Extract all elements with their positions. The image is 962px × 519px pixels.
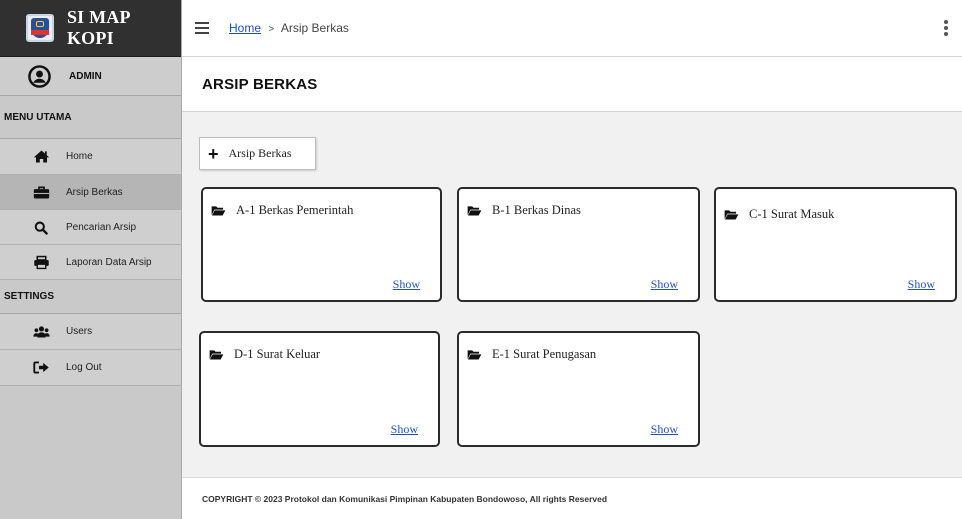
- footer: COPYRIGHT © 2023 Protokol dan Komunikasi…: [182, 477, 962, 519]
- folder-name: E-1 Surat Penugasan: [492, 347, 597, 361]
- folder-card-c1[interactable]: C-1 Surat Masuk Show: [714, 187, 957, 302]
- user-circle-icon: [28, 64, 51, 88]
- page-title-bar: ARSIP BERKAS: [182, 57, 962, 112]
- sidebar-item-log-out[interactable]: Log Out: [0, 350, 181, 386]
- section-settings: SETTINGS: [0, 280, 181, 314]
- page-title: ARSIP BERKAS: [202, 75, 318, 93]
- folder-name: B-1 Berkas Dinas: [492, 203, 581, 217]
- show-link[interactable]: Show: [908, 277, 935, 292]
- sidebar-item-label: Users: [66, 326, 93, 337]
- sidebar-item-home[interactable]: Home: [0, 139, 181, 175]
- sidebar-item-label: Arsip Berkas: [66, 186, 123, 198]
- breadcrumb-current: Arsip Berkas: [280, 21, 349, 35]
- breadcrumb-separator: >: [268, 24, 275, 35]
- search-icon: [32, 219, 50, 235]
- copyright-text: COPYRIGHT © 2023 Protokol dan Komunikasi…: [202, 493, 608, 504]
- sidebar-item-label: Home: [66, 151, 93, 162]
- folder-card-b1[interactable]: B-1 Berkas Dinas Show: [457, 187, 700, 302]
- show-link[interactable]: Show: [651, 422, 678, 437]
- add-button-label: Arsip Berkas: [228, 146, 292, 160]
- brand[interactable]: SI MAP KOPI: [0, 0, 181, 57]
- sidebar-item-label: Laporan Data Arsip: [66, 256, 152, 268]
- hamburger-menu-icon[interactable]: [195, 22, 209, 34]
- breadcrumb-home-link[interactable]: Home: [229, 21, 261, 35]
- sidebar-item-laporan-data-arsip[interactable]: Laporan Data Arsip: [0, 245, 181, 280]
- home-icon: [32, 149, 50, 165]
- plus-icon: +: [208, 143, 219, 164]
- section-menu-utama: MENU UTAMA: [0, 96, 181, 139]
- sidebar-item-label: Log Out: [66, 362, 102, 373]
- folder-open-icon: [211, 206, 226, 216]
- sidebar-item-users[interactable]: Users: [0, 314, 181, 350]
- more-options-icon[interactable]: [944, 20, 948, 36]
- folder-open-icon: [724, 210, 739, 220]
- user-profile[interactable]: ADMIN: [0, 57, 181, 96]
- prokopim-logo: [26, 14, 54, 42]
- brand-title: SI MAP KOPI: [66, 7, 130, 48]
- logout-icon: [32, 360, 50, 376]
- sidebar-item-label: Pencarian Arsip: [66, 221, 137, 233]
- main-content: + Arsip Berkas A-1 Berkas Pemerintah Sho…: [182, 112, 962, 477]
- folder-name: C-1 Surat Masuk: [749, 207, 835, 221]
- users-icon: [32, 324, 50, 340]
- folder-open-icon: [467, 350, 482, 360]
- folder-name: D-1 Surat Keluar: [234, 347, 321, 361]
- briefcase-icon: [32, 184, 50, 200]
- top-bar: Home > Arsip Berkas: [182, 0, 962, 57]
- show-link[interactable]: Show: [651, 277, 678, 292]
- sidebar-item-arsip-berkas[interactable]: Arsip Berkas: [0, 175, 181, 210]
- folder-card-a1[interactable]: A-1 Berkas Pemerintah Show: [201, 187, 442, 302]
- folder-name: A-1 Berkas Pemerintah: [236, 203, 354, 217]
- sidebar-item-pencarian-arsip[interactable]: Pencarian Arsip: [0, 210, 181, 245]
- show-link[interactable]: Show: [393, 277, 420, 292]
- folder-card-e1[interactable]: E-1 Surat Penugasan Show: [457, 331, 700, 447]
- show-link[interactable]: Show: [391, 422, 418, 437]
- folder-open-icon: [467, 206, 482, 216]
- print-icon: [32, 254, 50, 270]
- folder-card-d1[interactable]: D-1 Surat Keluar Show: [199, 331, 440, 447]
- folder-open-icon: [209, 350, 224, 360]
- breadcrumb: Home > Arsip Berkas: [229, 21, 349, 35]
- user-name: ADMIN: [69, 70, 102, 82]
- add-arsip-berkas-button[interactable]: + Arsip Berkas: [199, 137, 316, 170]
- sidebar: SI MAP KOPI ADMIN MENU UTAMA Home Arsip …: [0, 0, 182, 519]
